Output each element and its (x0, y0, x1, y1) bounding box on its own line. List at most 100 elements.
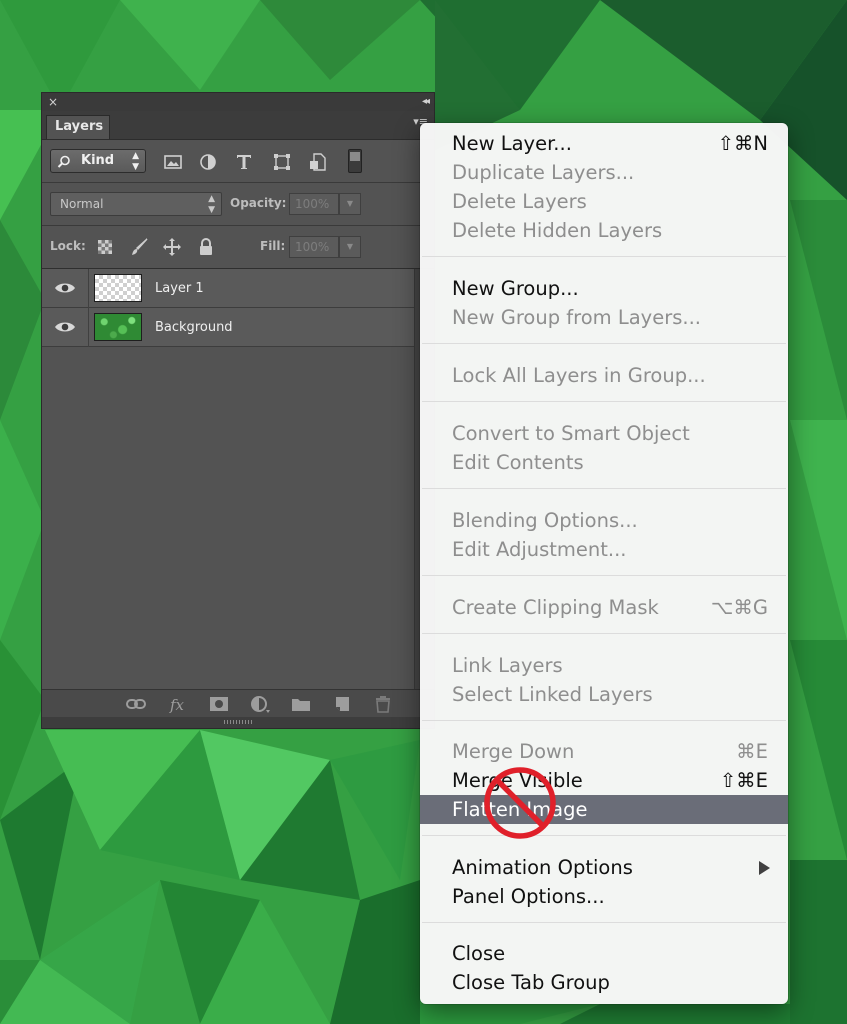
trash-icon[interactable] (372, 694, 394, 714)
menu-separator (422, 256, 786, 257)
shortcut-label: ⇧⌘E (719, 769, 768, 792)
menu-item-label: Convert to Smart Object (452, 422, 690, 445)
layer-thumbnail (94, 274, 142, 302)
menu-item-label: Animation Options (452, 856, 633, 879)
folder-icon[interactable] (290, 694, 312, 714)
kind-label: Kind (81, 153, 115, 168)
menu-item-delete-hidden-layers: Delete Hidden Layers (420, 216, 788, 245)
menu-item-label: New Group from Layers... (452, 306, 701, 329)
menu-item-convert-smart-object: Convert to Smart Object (420, 419, 788, 448)
menu-item-label: Close Tab Group (452, 971, 610, 994)
menu-separator (422, 720, 786, 721)
menu-item-label: New Group... (452, 277, 579, 300)
menu-item-label: Panel Options... (452, 885, 605, 908)
layers-panel: × ◂◂ Layers ▾≡ Kind ▲ ▼ Normal ▲ ▼ Opaci… (41, 92, 435, 729)
menu-item-label: Merge Down (452, 740, 575, 763)
menu-item-merge-down: Merge Down ⌘E (420, 737, 788, 766)
filter-row: Kind ▲ ▼ (42, 140, 434, 183)
new-layer-icon[interactable] (331, 694, 353, 714)
shape-transform-icon[interactable] (272, 152, 292, 172)
search-icon (57, 155, 70, 168)
move-icon[interactable] (162, 237, 182, 257)
chevron-updown-icon: ▲ ▼ (208, 194, 215, 215)
smart-object-icon[interactable] (308, 152, 328, 172)
opacity-dropdown-icon[interactable]: ▼ (339, 193, 361, 215)
menu-item-label: Close (452, 942, 506, 965)
resize-grip[interactable] (42, 717, 434, 728)
menu-item-blending-options: Blending Options... (420, 506, 788, 535)
layer-row[interactable]: Layer 1 (42, 269, 414, 308)
menu-separator (422, 575, 786, 576)
shortcut-label: ⌘E (736, 740, 768, 763)
layers-panel-menu: New Layer... ⇧⌘N Duplicate Layers... Del… (420, 123, 788, 1004)
menu-item-label: Delete Hidden Layers (452, 219, 663, 242)
layer-name: Layer 1 (155, 281, 204, 296)
menu-item-flatten-image[interactable]: Flatten Image (420, 795, 788, 824)
panel-footer: fx (42, 689, 434, 718)
menu-separator (422, 401, 786, 402)
menu-separator (422, 922, 786, 923)
fx-icon[interactable]: fx (167, 694, 189, 714)
fill-label: Fill: (260, 239, 286, 253)
shortcut-label: ⌥⌘G (710, 596, 768, 619)
menu-item-lock-all-layers: Lock All Layers in Group... (420, 361, 788, 390)
menu-item-label: Delete Layers (452, 190, 587, 213)
menu-item-label: Edit Adjustment... (452, 538, 627, 561)
submenu-arrow-icon (759, 861, 770, 875)
menu-item-label: Select Linked Layers (452, 683, 653, 706)
eye-icon[interactable] (54, 281, 76, 295)
menu-item-new-group[interactable]: New Group... (420, 274, 788, 303)
blend-mode-value: Normal (60, 197, 104, 211)
blend-row: Normal ▲ ▼ Opacity: 100% ▼ (42, 183, 434, 226)
adjustment-circle-icon[interactable] (198, 152, 218, 172)
menu-separator (422, 488, 786, 489)
menu-item-label: Edit Contents (452, 451, 584, 474)
visibility-cell[interactable] (42, 269, 89, 308)
menu-separator (422, 343, 786, 344)
tab-layers[interactable]: Layers (46, 115, 110, 139)
brush-icon[interactable] (129, 237, 149, 257)
menu-item-create-clipping-mask: Create Clipping Mask ⌥⌘G (420, 593, 788, 622)
blend-mode-select[interactable]: Normal ▲ ▼ (50, 192, 222, 216)
lock-icon[interactable] (196, 237, 216, 257)
menu-item-close-tab-group[interactable]: Close Tab Group (420, 968, 788, 997)
layer-thumbnail (94, 313, 142, 341)
collapse-icon[interactable]: ◂◂ (422, 93, 430, 111)
menu-item-new-layer[interactable]: New Layer... ⇧⌘N (420, 129, 788, 158)
menu-item-merge-visible[interactable]: Merge Visible ⇧⌘E (420, 766, 788, 795)
kind-filter-select[interactable]: Kind ▲ ▼ (50, 149, 146, 173)
menu-item-new-group-from-layers: New Group from Layers... (420, 303, 788, 332)
link-icon[interactable] (125, 694, 147, 714)
prohibited-icon (484, 767, 556, 839)
image-icon[interactable] (163, 152, 183, 172)
filter-toggle-switch[interactable] (348, 149, 362, 173)
menu-item-panel-options[interactable]: Panel Options... (420, 882, 788, 911)
menu-item-label: Blending Options... (452, 509, 638, 532)
menu-item-close[interactable]: Close (420, 939, 788, 968)
menu-separator (422, 633, 786, 634)
eye-icon[interactable] (54, 320, 76, 334)
shortcut-label: ⇧⌘N (717, 132, 768, 155)
adjustment-icon[interactable] (249, 694, 271, 714)
menu-item-select-linked-layers: Select Linked Layers (420, 680, 788, 709)
panel-title-bar: × ◂◂ (42, 93, 434, 111)
layer-row[interactable]: Background (42, 308, 414, 347)
menu-item-duplicate-layers: Duplicate Layers... (420, 158, 788, 187)
svg-text:fx: fx (169, 696, 185, 714)
menu-item-edit-contents: Edit Contents (420, 448, 788, 477)
type-icon[interactable] (234, 152, 254, 172)
menu-item-animation-options[interactable]: Animation Options (420, 853, 788, 882)
mask-icon[interactable] (208, 694, 230, 714)
chevron-updown-icon: ▲ ▼ (132, 151, 139, 172)
menu-item-delete-layers: Delete Layers (420, 187, 788, 216)
fill-field[interactable]: 100% (289, 236, 339, 258)
panel-tab-bar: Layers ▾≡ (42, 111, 434, 140)
close-icon[interactable]: × (48, 93, 58, 111)
fill-dropdown-icon[interactable]: ▼ (339, 236, 361, 258)
lock-transparent-pixels-icon[interactable] (95, 237, 115, 257)
layer-name: Background (155, 320, 233, 335)
menu-item-label: New Layer... (452, 132, 572, 155)
opacity-field[interactable]: 100% (289, 193, 339, 215)
menu-item-label: Duplicate Layers... (452, 161, 635, 184)
visibility-cell[interactable] (42, 308, 89, 347)
